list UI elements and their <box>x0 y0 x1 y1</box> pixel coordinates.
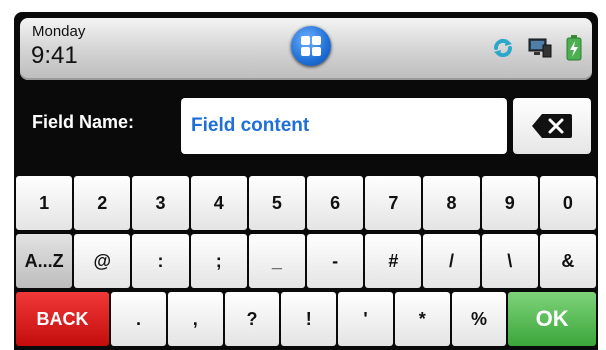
home-button[interactable] <box>291 26 331 66</box>
keyboard: 1 2 3 4 5 6 7 8 9 0 A...Z @ : ; _ - # / … <box>16 176 597 350</box>
key-semicolon[interactable]: ; <box>190 234 247 288</box>
key-exclamation[interactable]: ! <box>281 292 337 346</box>
field-row: Field Name: Field content <box>14 98 598 156</box>
monitor-icon[interactable] <box>528 37 552 59</box>
field-name-label: Field Name: <box>32 112 135 132</box>
day-label: Monday <box>32 23 86 40</box>
key-6[interactable]: 6 <box>307 176 364 230</box>
keyboard-row-symbols: A...Z @ : ; _ - # / \ & <box>16 234 597 288</box>
field-input[interactable]: Field content <box>181 98 507 154</box>
status-icons <box>492 34 582 62</box>
key-backslash[interactable]: \ <box>481 234 538 288</box>
key-3[interactable]: 3 <box>132 176 189 230</box>
ok-button[interactable]: OK <box>508 292 596 346</box>
keyboard-row-numbers: 1 2 3 4 5 6 7 8 9 0 <box>16 176 597 230</box>
key-at[interactable]: @ <box>74 234 131 288</box>
sync-icon[interactable] <box>492 37 514 59</box>
delete-button[interactable] <box>513 98 591 154</box>
device-screen: Monday 9:41 Field Name: Field content 1 … <box>14 12 598 350</box>
key-apostrophe[interactable]: ' <box>338 292 393 346</box>
key-2[interactable]: 2 <box>74 176 131 230</box>
key-hyphen[interactable]: - <box>307 234 364 288</box>
key-colon[interactable]: : <box>132 234 189 288</box>
key-comma[interactable]: , <box>167 292 223 346</box>
key-0[interactable]: 0 <box>539 176 597 230</box>
key-underscore[interactable]: _ <box>248 234 306 288</box>
key-alpha-toggle[interactable]: A...Z <box>16 234 73 288</box>
key-asterisk[interactable]: * <box>394 292 450 346</box>
backspace-icon <box>532 114 572 138</box>
key-percent[interactable]: % <box>451 292 507 346</box>
status-bar: Monday 9:41 <box>20 18 592 80</box>
key-9[interactable]: 9 <box>481 176 538 230</box>
key-1[interactable]: 1 <box>16 176 73 230</box>
key-7[interactable]: 7 <box>365 176 422 230</box>
key-slash[interactable]: / <box>423 234 480 288</box>
key-5[interactable]: 5 <box>248 176 306 230</box>
back-button[interactable]: BACK <box>16 292 110 346</box>
key-ampersand[interactable]: & <box>539 234 597 288</box>
keyboard-row-punctuation: BACK . , ? ! ' * % OK <box>16 292 596 346</box>
key-4[interactable]: 4 <box>190 176 247 230</box>
key-8[interactable]: 8 <box>423 176 480 230</box>
home-icon <box>301 36 310 45</box>
key-period[interactable]: . <box>111 292 166 346</box>
key-question[interactable]: ? <box>224 292 280 346</box>
battery-icon <box>566 35 582 61</box>
key-hash[interactable]: # <box>365 234 422 288</box>
time-label: 9:41 <box>31 42 78 69</box>
